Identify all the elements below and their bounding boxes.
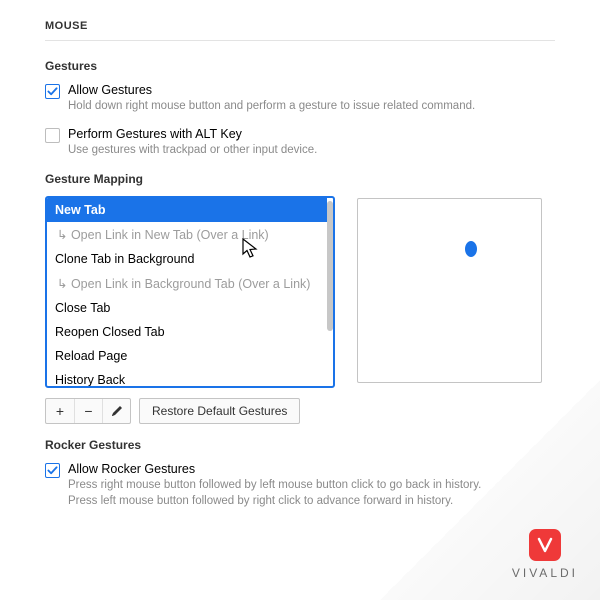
mapping-item[interactable]: Clone Tab in Background: [47, 247, 327, 271]
add-gesture-button[interactable]: +: [46, 399, 74, 423]
gestures-title: Gestures: [45, 59, 555, 73]
alt-gestures-desc: Use gestures with trackpad or other inpu…: [68, 143, 488, 159]
allow-rocker-row[interactable]: Allow Rocker Gestures Press right mouse …: [45, 462, 555, 509]
mapping-toolbar: + −: [45, 398, 131, 424]
mapping-item[interactable]: New Tab: [47, 198, 327, 222]
mapping-item[interactable]: Reload Page: [47, 344, 327, 368]
mapping-item[interactable]: ↳ Open Link in New Tab (Over a Link): [47, 222, 327, 247]
remove-gesture-button[interactable]: −: [74, 399, 102, 423]
allow-rocker-desc: Press right mouse button followed by lef…: [68, 478, 488, 509]
alt-gestures-checkbox[interactable]: [45, 128, 60, 143]
check-icon: [47, 465, 58, 476]
alt-gestures-label: Perform Gestures with ALT Key: [68, 127, 555, 141]
mapping-item[interactable]: Reopen Closed Tab: [47, 320, 327, 344]
brand-logo: VIVALDI: [512, 529, 578, 580]
brand-name: VIVALDI: [512, 566, 578, 580]
gesture-mapping-list[interactable]: New Tab↳ Open Link in New Tab (Over a Li…: [45, 196, 335, 388]
pencil-icon: [110, 404, 124, 418]
vivaldi-icon: [529, 529, 561, 561]
alt-gestures-row[interactable]: Perform Gestures with ALT Key Use gestur…: [45, 127, 555, 159]
allow-gestures-desc: Hold down right mouse button and perform…: [68, 99, 488, 115]
gesture-preview: [357, 198, 542, 383]
plus-icon: +: [56, 403, 64, 419]
minus-icon: −: [84, 403, 92, 419]
mapping-item[interactable]: Close Tab: [47, 296, 327, 320]
scrollbar-thumb[interactable]: [327, 201, 333, 331]
edit-gesture-button[interactable]: [102, 399, 130, 423]
allow-gestures-row[interactable]: Allow Gestures Hold down right mouse but…: [45, 83, 555, 115]
rocker-gestures-title: Rocker Gestures: [45, 438, 555, 452]
restore-default-gestures-button[interactable]: Restore Default Gestures: [139, 398, 300, 424]
gesture-mapping-title: Gesture Mapping: [45, 172, 555, 186]
allow-rocker-checkbox[interactable]: [45, 463, 60, 478]
allow-gestures-checkbox[interactable]: [45, 84, 60, 99]
allow-gestures-label: Allow Gestures: [68, 83, 555, 97]
scrollbar[interactable]: [327, 201, 333, 383]
allow-rocker-label: Allow Rocker Gestures: [68, 462, 555, 476]
mapping-item[interactable]: History Back: [47, 368, 327, 386]
section-title: MOUSE: [45, 20, 555, 41]
mapping-item[interactable]: ↳ Open Link in Background Tab (Over a Li…: [47, 271, 327, 296]
gesture-dot: [465, 241, 477, 257]
check-icon: [47, 86, 58, 97]
